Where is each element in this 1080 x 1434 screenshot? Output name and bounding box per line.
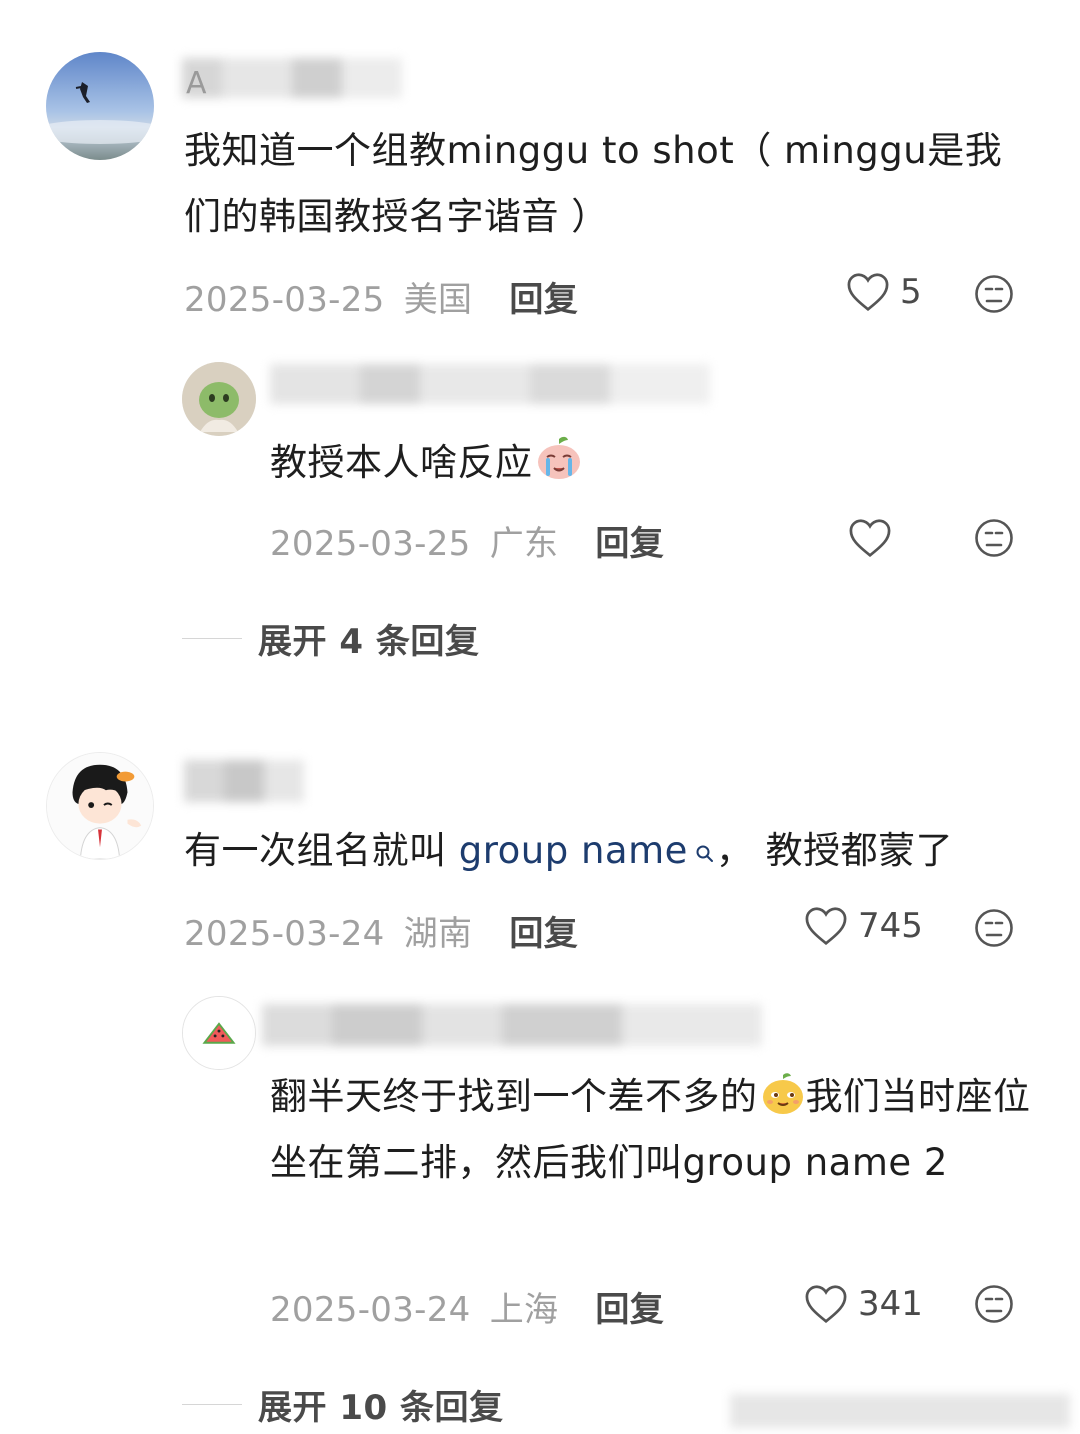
heart-outline-icon: [805, 1285, 847, 1324]
username-blurred-1[interactable]: [182, 58, 412, 98]
expand-replies-label-2: 展开 10 条回复: [258, 1388, 504, 1428]
like-count-4: 341: [858, 1284, 923, 1324]
sly-mango-emoji-icon: [762, 1073, 803, 1114]
group-name-search-link[interactable]: group name: [459, 829, 716, 872]
reply-date-1: 2025-03-25: [270, 524, 471, 564]
reply-date-2: 2025-03-24: [270, 1290, 471, 1330]
username-blurred-3[interactable]: [184, 760, 304, 802]
reply-button-4[interactable]: 回复: [595, 1290, 664, 1330]
comment-text-2-after: ， 教授都蒙了: [715, 829, 954, 872]
heart-outline-icon: [805, 907, 847, 946]
comment-text-1: 我知道一个组教minggu to shot（ minggu是我们的韩国教授名字谐…: [184, 129, 1003, 238]
divider-line: [182, 638, 242, 639]
group-name-link-text: group name: [458, 829, 688, 872]
expand-replies-label-1: 展开 4 条回复: [258, 622, 480, 662]
dislike-button-1[interactable]: [974, 274, 1014, 314]
comment-location-2: 湖南: [403, 914, 473, 954]
reply-meta-2: 2025-03-24 上海 回复: [270, 1282, 664, 1331]
neutral-face-icon: [975, 519, 1013, 557]
avatar-commenter-2[interactable]: [46, 752, 154, 860]
neutral-face-icon: [975, 909, 1013, 947]
reply-button-3[interactable]: 回复: [509, 914, 578, 954]
reply-text-1-content: 教授本人啥反应: [270, 441, 533, 484]
expand-replies-button-1[interactable]: 展开 4 条回复: [182, 614, 479, 663]
like-button-2[interactable]: [848, 518, 902, 558]
heart-outline-icon: [847, 273, 889, 312]
reply-text-2-part1: 翻半天终于找到一个差不多的: [270, 1075, 758, 1118]
dislike-button-3[interactable]: [974, 908, 1014, 948]
comment-location-1: 美国: [403, 280, 473, 320]
avatar-commenter-1[interactable]: [46, 52, 154, 160]
like-button-1[interactable]: 5: [846, 272, 922, 312]
reply-location-2: 上海: [489, 1290, 559, 1330]
comment-meta-1: 2025-03-25 美国 回复: [184, 272, 578, 321]
like-button-3[interactable]: 745: [804, 906, 923, 946]
divider-line: [182, 1404, 242, 1405]
like-button-4[interactable]: 341: [804, 1284, 923, 1324]
reply-meta-1: 2025-03-25 广东 回复: [270, 516, 664, 565]
username-blurred-2[interactable]: [270, 364, 710, 404]
watermark-blurred: [730, 1394, 1070, 1428]
crying-peach-emoji-icon: [537, 436, 580, 479]
reply-text-1: 教授本人啥反应: [270, 430, 1050, 496]
comment-date-1: 2025-03-25: [184, 280, 385, 320]
username-blurred-4[interactable]: [262, 1004, 762, 1046]
dislike-button-2[interactable]: [974, 518, 1014, 558]
neutral-face-icon: [975, 275, 1013, 313]
like-count-1: 5: [900, 272, 922, 312]
comment-date-2: 2025-03-24: [184, 914, 385, 954]
heart-outline-icon: [849, 519, 891, 558]
expand-replies-button-2[interactable]: 展开 10 条回复: [182, 1380, 504, 1429]
reply-button-1[interactable]: 回复: [509, 280, 578, 320]
username-visible-initial-1: A: [186, 66, 207, 101]
comment-text-2: 有一次组名就叫 group name ， 教授都蒙了: [184, 818, 1044, 884]
dislike-button-4[interactable]: [974, 1284, 1014, 1324]
search-icon: [696, 845, 713, 862]
reply-location-1: 广东: [489, 524, 559, 564]
avatar-replier-1[interactable]: [182, 362, 256, 436]
like-count-3: 745: [858, 906, 923, 946]
comment-meta-2: 2025-03-24 湖南 回复: [184, 906, 578, 955]
reply-button-2[interactable]: 回复: [595, 524, 664, 564]
reply-text-2: 翻半天终于找到一个差不多的 我们当时座位坐在第二排，然后我们叫group name…: [270, 1064, 1040, 1196]
comment-text-2-before: 有一次组名就叫: [184, 829, 459, 872]
avatar-replier-2[interactable]: [182, 996, 256, 1070]
neutral-face-icon: [975, 1285, 1013, 1323]
